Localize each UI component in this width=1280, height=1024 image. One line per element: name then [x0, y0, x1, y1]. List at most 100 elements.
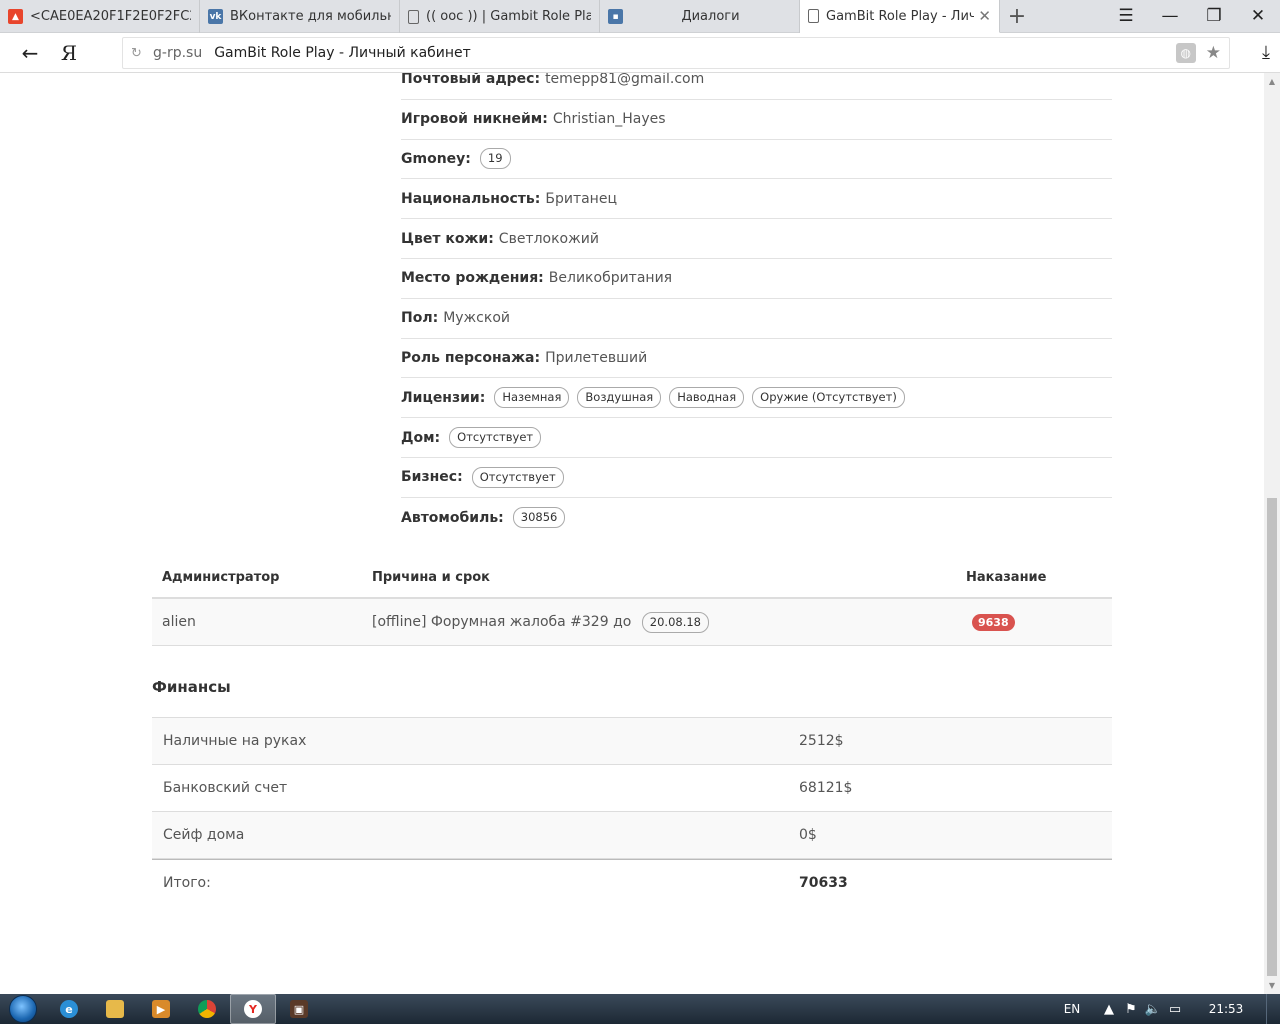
profile-row-house: Дом: Отсутствует: [401, 418, 1112, 458]
email-value: temepp81@gmail.com: [545, 73, 705, 88]
email-label: Почтовый адрес:: [401, 73, 541, 88]
total-label: Итого:: [163, 875, 211, 891]
show-desktop-button[interactable]: [1266, 994, 1280, 1024]
game-icon: ▣: [290, 1000, 308, 1018]
reload-icon[interactable]: ↻: [131, 46, 153, 61]
house-label: Дом:: [401, 429, 441, 446]
profile-row-business: Бизнес: Отсутствует: [401, 458, 1112, 498]
folder-icon: [106, 1000, 124, 1018]
close-icon[interactable]: ✕: [1236, 0, 1280, 32]
skin-value: Светлокожий: [498, 230, 599, 247]
profile-row-gender: Пол: Мужской: [401, 299, 1112, 339]
nickname-value: Christian_Hayes: [552, 111, 666, 128]
document-icon: [808, 9, 819, 23]
tray-expand-icon[interactable]: ▲: [1098, 1002, 1120, 1017]
tab-forum[interactable]: (( ooc )) | Gambit Role Play -: [400, 0, 600, 33]
language-indicator[interactable]: EN: [1052, 1002, 1092, 1016]
windows-orb-icon: [9, 995, 37, 1023]
taskbar-ie[interactable]: e: [46, 994, 92, 1024]
gmoney-label: Gmoney:: [401, 150, 471, 167]
taskbar-explorer[interactable]: [92, 994, 138, 1024]
windows-taskbar: e ▶ Y ▣ EN ▲ ⚑ 🔈 ▭ 21:53: [0, 994, 1280, 1024]
clock[interactable]: 21:53: [1186, 1002, 1266, 1016]
scrollbar-thumb[interactable]: [1267, 498, 1277, 976]
profile-row-birthplace: Место рождения: Великобритания: [401, 259, 1112, 299]
punishments-table: Администратор Причина и срок Наказание a…: [152, 557, 1112, 646]
total-row: Итого: 70633: [152, 859, 1112, 906]
system-tray: EN ▲ ⚑ 🔈 ▭ 21:53: [1052, 994, 1280, 1024]
finance-label: Сейф дома: [163, 827, 245, 843]
tab-cabinet[interactable]: GamBit Role Play - Личнь ✕: [800, 0, 1000, 33]
yandex-logo[interactable]: Я: [50, 41, 88, 65]
table-row: Наличные на руках 2512$: [152, 718, 1112, 765]
birthplace-value: Великобритания: [548, 270, 673, 287]
profile-row-email: Почтовый адрес: temepp81@gmail.com: [401, 73, 1112, 100]
internet-explorer-icon: e: [60, 1000, 78, 1018]
address-bar[interactable]: ↻ g-rp.su GamBit Role Play - Личный каби…: [122, 37, 1230, 69]
license-badge: Наземная: [494, 387, 570, 409]
back-arrow-icon[interactable]: ←: [10, 33, 50, 73]
finance-value: 2512$: [799, 733, 844, 749]
pdf-icon: ▲: [8, 9, 23, 24]
nickname-label: Игровой никнейм:: [401, 111, 548, 128]
page-scrollbar[interactable]: ▲ ▼: [1264, 73, 1280, 994]
gender-label: Пол:: [401, 310, 439, 327]
skin-label: Цвет кожи:: [401, 230, 494, 247]
birthplace-label: Место рождения:: [401, 270, 544, 287]
scroll-down-icon[interactable]: ▼: [1264, 977, 1280, 994]
finances-title: Финансы: [152, 678, 231, 696]
business-label: Бизнес:: [401, 469, 463, 486]
new-tab-button[interactable]: +: [1000, 0, 1034, 32]
menu-icon[interactable]: ☰: [1104, 0, 1148, 32]
admin-cell: alien: [162, 614, 196, 630]
volume-icon[interactable]: 🔈: [1142, 1002, 1164, 1017]
start-button[interactable]: [0, 994, 46, 1024]
tab-dialogs[interactable]: ▪ Диалоги: [600, 0, 800, 33]
tab-pdf[interactable]: ▲ <CAE0EA20F1F2E0F2FC20F5: [0, 0, 200, 33]
nationality-value: Британец: [545, 190, 617, 207]
finance-value: 0$: [799, 827, 817, 843]
tab-title: ВКонтакте для мобильных у: [230, 9, 391, 24]
bookmark-star-icon[interactable]: ★: [1206, 43, 1221, 63]
translate-icon[interactable]: ◍: [1175, 43, 1196, 63]
header-punishment: Наказание: [966, 569, 1047, 585]
tab-vk[interactable]: vk ВКонтакте для мобильных у: [200, 0, 400, 33]
car-label: Автомобиль:: [401, 509, 504, 526]
restore-icon[interactable]: ❐: [1192, 0, 1236, 32]
profile-row-nationality: Национальность: Британец: [401, 179, 1112, 220]
license-badge: Наводная: [669, 387, 745, 409]
download-icon[interactable]: ⤓: [1262, 42, 1270, 63]
taskbar-game[interactable]: ▣: [276, 994, 322, 1024]
media-player-icon: ▶: [152, 1000, 170, 1018]
gender-value: Мужской: [443, 310, 510, 327]
finances-table: Наличные на руках 2512$ Банковский счет …: [152, 717, 1112, 906]
table-row: alien [offline] Форумная жалоба #329 до …: [152, 599, 1112, 646]
taskbar-chrome[interactable]: [184, 994, 230, 1024]
document-icon: [408, 9, 419, 24]
profile-row-skin: Цвет кожи: Светлокожий: [401, 219, 1112, 259]
profile-info-list: Почтовый адрес: temepp81@gmail.com Игров…: [401, 73, 1112, 538]
punishment-badge: 9638: [972, 614, 1015, 631]
taskbar-yandex[interactable]: Y: [230, 994, 276, 1024]
network-icon[interactable]: ▭: [1164, 1002, 1186, 1017]
role-label: Роль персонажа:: [401, 349, 541, 366]
url-domain: g-rp.su: [153, 45, 203, 61]
minimize-icon[interactable]: —: [1148, 0, 1192, 32]
licenses-label: Лицензии:: [401, 389, 486, 406]
profile-row-nickname: Игровой никнейм: Christian_Hayes: [401, 100, 1112, 140]
flag-icon[interactable]: ⚑: [1120, 1002, 1142, 1017]
reason-cell: [offline] Форумная жалоба #329 до 20.08.…: [362, 611, 956, 633]
tab-title: Диалоги: [681, 9, 740, 24]
scroll-up-icon[interactable]: ▲: [1264, 73, 1280, 90]
table-header: Администратор Причина и срок Наказание: [152, 557, 1112, 599]
tab-title: GamBit Role Play - Личнь: [826, 8, 974, 24]
header-admin: Администратор: [162, 569, 280, 585]
close-tab-icon[interactable]: ✕: [978, 7, 991, 25]
profile-row-gmoney: Gmoney: 19: [401, 140, 1112, 180]
total-value: 70633: [799, 875, 848, 891]
until-date-badge: 20.08.18: [641, 611, 709, 633]
url-page-title: GamBit Role Play - Личный кабинет: [214, 45, 471, 61]
taskbar-media[interactable]: ▶: [138, 994, 184, 1024]
gmoney-badge: 19: [479, 148, 511, 170]
profile-row-role: Роль персонажа: Прилетевший: [401, 339, 1112, 379]
